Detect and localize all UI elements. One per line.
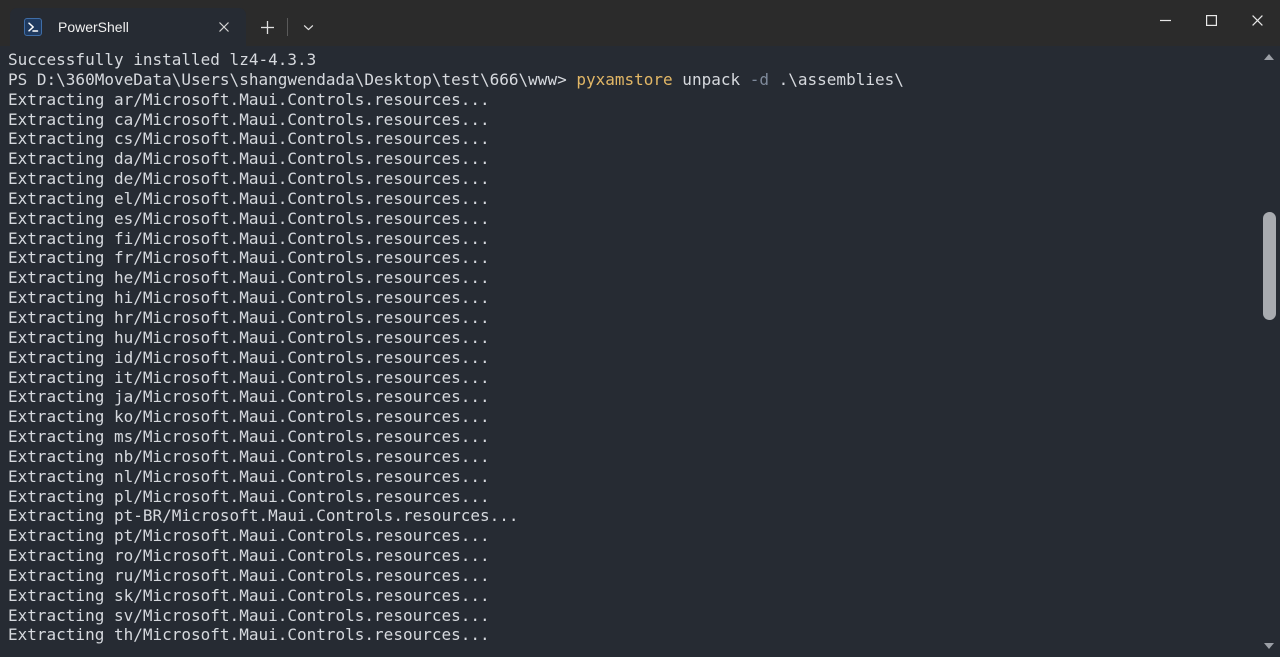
terminal-output-line: Extracting nl/Microsoft.Maui.Controls.re… <box>8 466 490 486</box>
terminal-output-line: Extracting ja/Microsoft.Maui.Controls.re… <box>8 387 490 407</box>
terminal-output-line: Extracting pl/Microsoft.Maui.Controls.re… <box>8 486 490 506</box>
scrollbar-thumb[interactable] <box>1263 212 1276 320</box>
terminal-output-line: Extracting ms/Microsoft.Maui.Controls.re… <box>8 427 490 447</box>
minimize-button[interactable] <box>1142 0 1188 40</box>
terminal-output-line: Extracting hr/Microsoft.Maui.Controls.re… <box>8 307 490 327</box>
terminal-output-line: Extracting ar/Microsoft.Maui.Controls.re… <box>8 89 490 109</box>
terminal-output-line: Extracting cs/Microsoft.Maui.Controls.re… <box>8 129 490 149</box>
terminal-window: PowerShell Successfully installed lz4-4.… <box>0 0 1280 657</box>
terminal-output-line: Extracting sv/Microsoft.Maui.Controls.re… <box>8 605 490 625</box>
tab-powershell[interactable]: PowerShell <box>10 8 246 46</box>
chevron-down-icon[interactable] <box>291 12 325 42</box>
prompt-path: PS D:\360MoveData\Users\shangwendada\Des… <box>8 69 577 89</box>
terminal-output-line: Extracting fr/Microsoft.Maui.Controls.re… <box>8 248 490 268</box>
close-button[interactable] <box>1234 0 1280 40</box>
terminal-scrollbar[interactable] <box>1258 46 1280 657</box>
terminal-output-line: Extracting ro/Microsoft.Maui.Controls.re… <box>8 546 490 566</box>
terminal-line-list: Successfully installed lz4-4.3.3 PS D:\36… <box>8 50 1254 645</box>
terminal-output-line: Extracting fi/Microsoft.Maui.Controls.re… <box>8 228 490 248</box>
scrollbar-track[interactable] <box>1258 68 1280 635</box>
command-argument: .\assemblies\ <box>769 69 904 89</box>
terminal-output-line: Extracting it/Microsoft.Maui.Controls.re… <box>8 367 490 387</box>
terminal-output-line: Extracting ca/Microsoft.Maui.Controls.re… <box>8 109 490 129</box>
terminal-output-line: Successfully installed lz4-4.3.3 <box>8 50 317 69</box>
terminal-output-line: Extracting pt-BR/Microsoft.Maui.Controls… <box>8 506 519 526</box>
new-tab-button[interactable] <box>250 12 284 42</box>
terminal-output-line: Extracting id/Microsoft.Maui.Controls.re… <box>8 347 490 367</box>
maximize-button[interactable] <box>1188 0 1234 40</box>
terminal-output-line: Extracting pt/Microsoft.Maui.Controls.re… <box>8 526 490 546</box>
command-subcommand: unpack <box>672 69 750 89</box>
terminal-output-line: Extracting he/Microsoft.Maui.Controls.re… <box>8 268 490 288</box>
triangle-down-icon <box>1264 643 1274 649</box>
terminal-output-line: Extracting hi/Microsoft.Maui.Controls.re… <box>8 288 490 308</box>
terminal-prompt-line: PS D:\360MoveData\Users\shangwendada\Des… <box>8 70 1254 90</box>
terminal-output-line: Extracting ru/Microsoft.Maui.Controls.re… <box>8 565 490 585</box>
terminal-output-line: Extracting el/Microsoft.Maui.Controls.re… <box>8 188 490 208</box>
terminal-output-line: Extracting sk/Microsoft.Maui.Controls.re… <box>8 585 490 605</box>
powershell-icon <box>24 18 42 36</box>
terminal-output-line: Extracting da/Microsoft.Maui.Controls.re… <box>8 149 490 169</box>
tab-title: PowerShell <box>58 19 129 35</box>
new-tab-area <box>246 8 329 46</box>
terminal-output-line: Extracting nb/Microsoft.Maui.Controls.re… <box>8 446 490 466</box>
tab-strip: PowerShell <box>0 0 329 46</box>
toolbar-separator <box>287 18 288 36</box>
title-bar: PowerShell <box>0 0 1280 46</box>
titlebar-drag-region <box>329 0 1142 46</box>
terminal-output-line: Extracting es/Microsoft.Maui.Controls.re… <box>8 208 490 228</box>
terminal-output-line: Extracting hu/Microsoft.Maui.Controls.re… <box>8 327 490 347</box>
terminal-output-pane[interactable]: Successfully installed lz4-4.3.3 PS D:\36… <box>0 46 1280 657</box>
terminal-output-line: Extracting ko/Microsoft.Maui.Controls.re… <box>8 407 490 427</box>
command-flag: -d <box>749 69 769 89</box>
scroll-up-arrow-icon[interactable] <box>1258 46 1280 68</box>
window-controls <box>1142 0 1280 46</box>
tab-close-button[interactable] <box>210 13 238 41</box>
command-name: pyxamstore <box>576 69 673 89</box>
scroll-down-arrow-icon[interactable] <box>1258 635 1280 657</box>
terminal-output-line: Extracting de/Microsoft.Maui.Controls.re… <box>8 169 490 189</box>
terminal-output-line: Extracting th/Microsoft.Maui.Controls.re… <box>8 625 490 645</box>
triangle-up-icon <box>1264 54 1274 60</box>
